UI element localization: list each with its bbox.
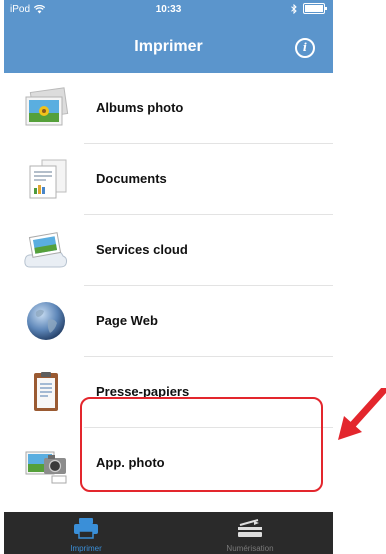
list-item-page-web[interactable]: Page Web (4, 286, 333, 357)
tab-bar: Imprimer Numérisation (4, 512, 333, 554)
list-item-label: Services cloud (96, 242, 188, 257)
photo-album-icon (25, 87, 69, 126)
tab-imprimer[interactable]: Imprimer (4, 512, 168, 554)
status-right (291, 3, 327, 14)
globe-icon (27, 302, 65, 340)
list-item-label: Documents (96, 171, 167, 186)
clipboard-icon (34, 372, 58, 411)
list-item-albums-photo[interactable]: Albums photo (4, 73, 333, 144)
tab-label: Numérisation (226, 544, 274, 553)
list-item-services-cloud[interactable]: Services cloud (4, 215, 333, 286)
page-title: Imprimer (134, 38, 203, 55)
printer-icon (74, 518, 98, 539)
tab-label: Imprimer (70, 544, 102, 553)
cloud-services-icon (24, 232, 68, 268)
status-bar: iPod 10:33 (4, 0, 333, 20)
list-item-label: Page Web (96, 313, 158, 328)
scanner-icon (238, 519, 262, 537)
battery-icon (303, 3, 327, 14)
documents-icon (29, 159, 67, 199)
bluetooth-icon (291, 3, 297, 14)
app-screen: iPod 10:33 Imprimer i Albums photo Docum… (4, 0, 333, 554)
info-icon[interactable]: i (295, 38, 315, 58)
tab-numerisation[interactable]: Numérisation (168, 512, 332, 554)
highlight-frame (80, 397, 323, 492)
list-item-label: Albums photo (96, 100, 184, 115)
camera-icon (25, 451, 67, 484)
red-arrow-annotation (338, 388, 386, 440)
navigation-header: iPod 10:33 Imprimer i (4, 0, 333, 73)
status-time: 10:33 (155, 4, 182, 15)
list-item-documents[interactable]: Documents (4, 144, 333, 215)
